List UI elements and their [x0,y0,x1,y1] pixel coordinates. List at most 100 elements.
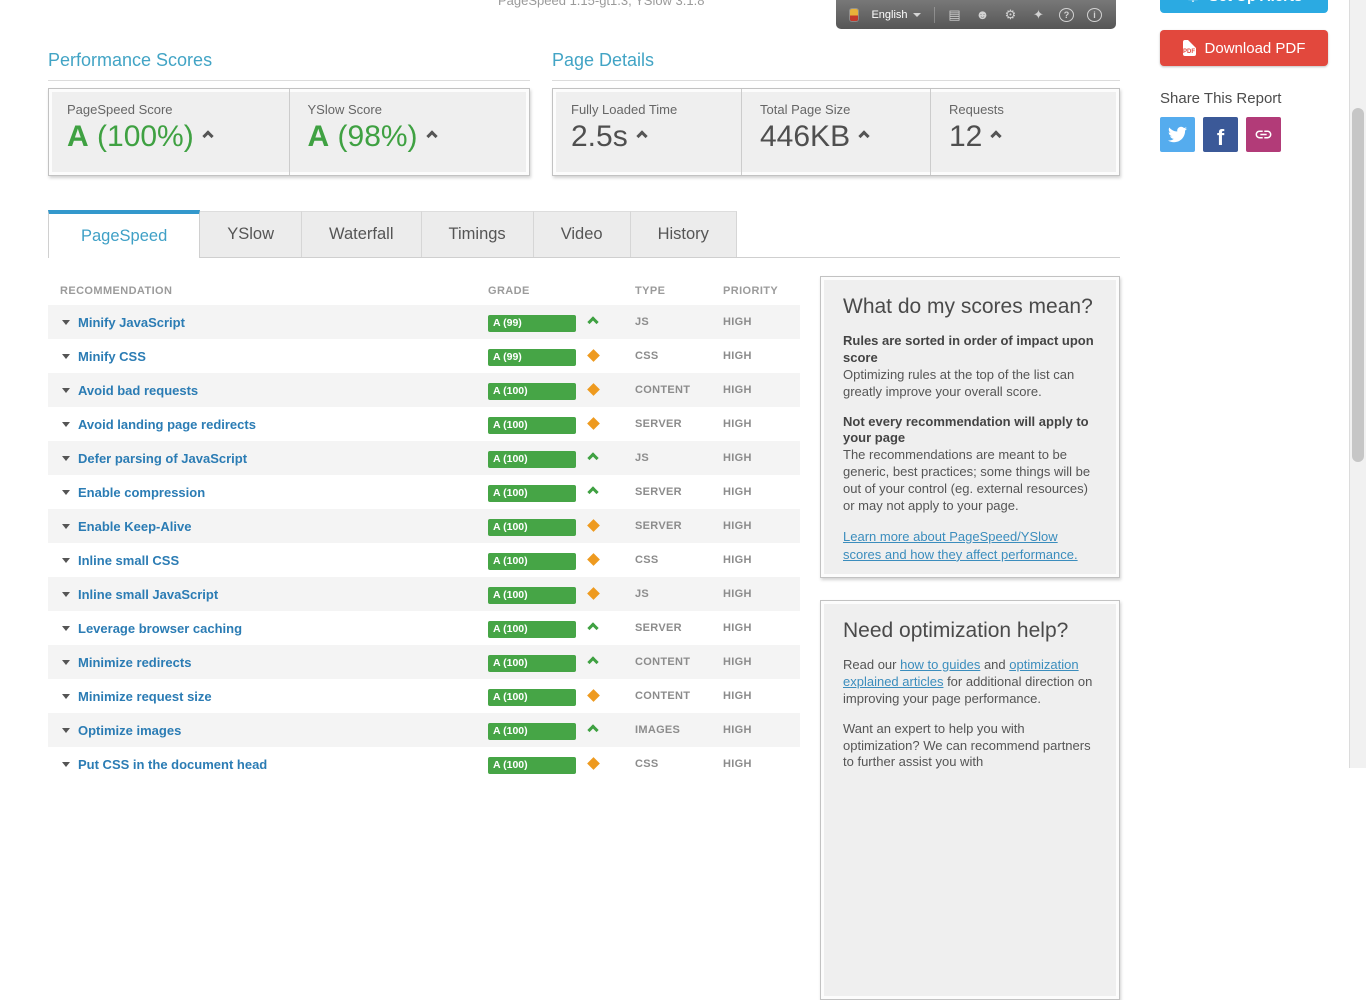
recommendation-link[interactable]: Defer parsing of JavaScript [78,451,247,466]
table-row[interactable]: Inline small JavaScriptA (100)JSHIGH [48,577,800,611]
row-type: SERVER [608,418,723,430]
table-row[interactable]: Enable compressionA (100)SERVERHIGH [48,475,800,509]
grade-bar: A (100) [488,587,576,604]
bell-icon [1186,0,1200,3]
chevron-down-icon [913,13,921,21]
language-flag-icon[interactable] [850,9,858,21]
expand-triangle-icon[interactable] [62,422,70,427]
change-unchanged-icon [587,383,600,396]
table-row[interactable]: Defer parsing of JavaScriptA (100)JSHIGH [48,441,800,475]
recommendation-link[interactable]: Avoid bad requests [78,383,198,398]
change-unchanged-icon [587,587,600,600]
recommendation-link[interactable]: Optimize images [78,723,181,738]
table-row[interactable]: Minimize redirectsA (100)CONTENTHIGH [48,645,800,679]
recommendation-link[interactable]: Minimize redirects [78,655,191,670]
change-improved-icon [587,622,598,633]
recommendation-link[interactable]: Leverage browser caching [78,621,242,636]
tab-yslow[interactable]: YSlow [200,211,302,257]
recommendation-link[interactable]: Enable Keep-Alive [78,519,191,534]
info-icon[interactable]: i [1087,8,1102,22]
expand-triangle-icon[interactable] [62,592,70,597]
table-row[interactable]: Enable Keep-AliveA (100)SERVERHIGH [48,509,800,543]
collapse-caret-icon[interactable] [202,130,213,141]
expand-triangle-icon[interactable] [62,320,70,325]
table-row[interactable]: Minify JavaScriptA (99)JSHIGH [48,305,800,339]
optimization-help-box: Need optimization help? Read our how to … [820,600,1120,1000]
grade-bar: A (99) [488,349,576,366]
vertical-scrollbar[interactable] [1349,0,1366,768]
row-priority: HIGH [723,554,800,566]
fully-loaded-time-cell: Fully Loaded Time 2.5s [553,89,741,175]
scrollbar-thumb[interactable] [1352,108,1364,462]
expand-triangle-icon[interactable] [62,660,70,665]
expand-triangle-icon[interactable] [62,558,70,563]
collapse-caret-icon[interactable] [426,130,437,141]
recommendation-link[interactable]: Minify CSS [78,349,146,364]
collapse-caret-icon[interactable] [991,130,1002,141]
recommendation-link[interactable]: Inline small CSS [78,553,179,568]
yslow-score-cell: YSlow Score A (98%) [289,89,530,175]
expand-triangle-icon[interactable] [62,490,70,495]
expand-triangle-icon[interactable] [62,354,70,359]
table-row[interactable]: Minify CSSA (99)CSSHIGH [48,339,800,373]
grade-bar: A (100) [488,383,576,400]
expand-triangle-icon[interactable] [62,762,70,767]
recommendation-link[interactable]: Inline small JavaScript [78,587,218,602]
tab-pagespeed[interactable]: PageSpeed [48,210,200,258]
table-row[interactable]: Leverage browser cachingA (100)SERVERHIG… [48,611,800,645]
share-twitter-button[interactable] [1160,117,1195,152]
change-unchanged-icon [587,519,600,532]
recommendation-link[interactable]: Minimize request size [78,689,212,704]
tab-video[interactable]: Video [534,211,631,257]
gear-icon[interactable]: ⚙ [1003,7,1018,23]
grade-bar: A (100) [488,451,576,468]
download-pdf-button[interactable]: Download PDF [1160,30,1328,66]
tabs: PageSpeedYSlowWaterfallTimingsVideoHisto… [48,211,1120,258]
recommendation-link[interactable]: Enable compression [78,485,205,500]
row-type: IMAGES [608,724,723,736]
table-row[interactable]: Inline small CSSA (100)CSSHIGH [48,543,800,577]
total-page-size-value: 446KB [760,120,930,154]
change-unchanged-icon [587,417,600,430]
recommendation-link[interactable]: Put CSS in the document head [78,757,267,772]
pagespeed-score-label: PageSpeed Score [67,102,289,117]
tab-history[interactable]: History [631,211,737,257]
set-up-alerts-button[interactable]: Set Up Alerts [1160,0,1328,13]
language-selector[interactable]: English [871,9,920,21]
change-improved-icon [587,724,598,735]
tab-waterfall[interactable]: Waterfall [302,211,422,257]
table-row[interactable]: Optimize imagesA (100)IMAGESHIGH [48,713,800,747]
expand-triangle-icon[interactable] [62,626,70,631]
expand-triangle-icon[interactable] [62,524,70,529]
table-row[interactable]: Put CSS in the document headA (100)CSSHI… [48,747,800,781]
help-icon[interactable]: ? [1059,8,1074,22]
tab-timings[interactable]: Timings [422,211,534,257]
recommendation-link[interactable]: Avoid landing page redirects [78,417,256,432]
recommendation-link[interactable]: Minify JavaScript [78,315,185,330]
table-header-row: RECOMMENDATION GRADE TYPE PRIORITY [48,276,800,305]
expand-triangle-icon[interactable] [62,456,70,461]
collapse-caret-icon[interactable] [636,130,647,141]
how-to-guides-link[interactable]: how to guides [900,657,980,672]
change-unchanged-icon [587,553,600,566]
collapse-caret-icon[interactable] [858,130,869,141]
ghost-icon[interactable]: ☻ [975,7,990,22]
learn-more-link[interactable]: Learn more about PageSpeed/YSlow scores … [843,529,1078,562]
table-row[interactable]: Minimize request sizeA (100)CONTENTHIGH [48,679,800,713]
language-label: English [871,9,907,21]
expand-triangle-icon[interactable] [62,728,70,733]
change-improved-icon [587,316,598,327]
page-details-section: Page Details Fully Loaded Time 2.5s Tota… [552,50,1120,176]
printer-icon[interactable]: ▤ [947,7,962,23]
expand-triangle-icon[interactable] [62,388,70,393]
expand-triangle-icon[interactable] [62,694,70,699]
globe-icon[interactable]: ✦ [1031,7,1046,23]
row-priority: HIGH [723,588,800,600]
share-link-button[interactable] [1246,117,1281,152]
grade-bar: A (100) [488,655,576,672]
page-details-box: Fully Loaded Time 2.5s Total Page Size 4… [552,88,1120,176]
table-row[interactable]: Avoid bad requestsA (100)CONTENTHIGH [48,373,800,407]
share-facebook-button[interactable]: f [1203,117,1238,152]
row-type: CONTENT [608,690,723,702]
table-row[interactable]: Avoid landing page redirectsA (100)SERVE… [48,407,800,441]
